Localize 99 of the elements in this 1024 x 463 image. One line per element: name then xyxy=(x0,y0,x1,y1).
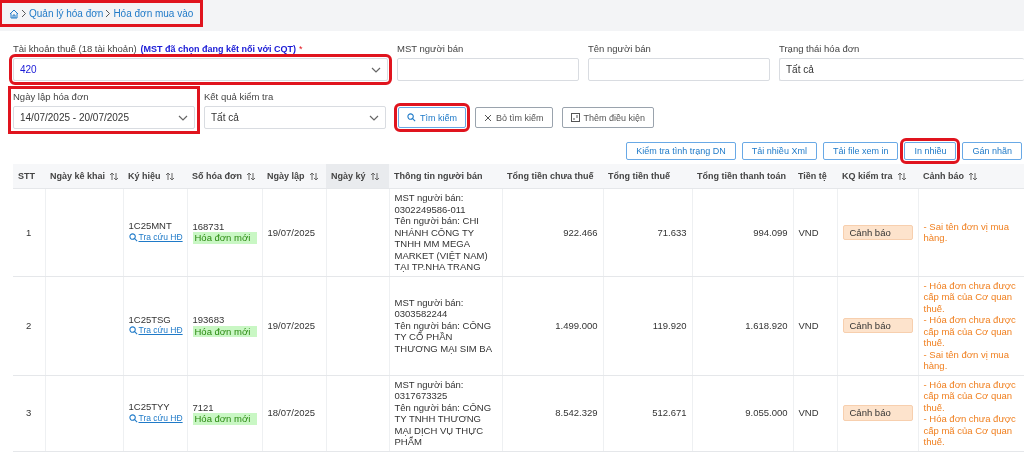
toolbar-button[interactable]: Kiểm tra tình trạng DN xyxy=(626,142,736,160)
field-label: Trạng thái hóa đơn xyxy=(779,43,861,54)
table-cell-text: 0317673325 xyxy=(394,390,449,402)
field-label: Tên người bán xyxy=(588,43,652,54)
search-icon xyxy=(407,113,416,122)
sort-icon[interactable] xyxy=(164,172,175,182)
table-cell-text: VND xyxy=(798,319,820,332)
table-cell-text: 1C25TSG xyxy=(128,313,172,325)
column-header[interactable]: Số hóa đơn xyxy=(187,164,262,189)
breadcrumb-link[interactable]: Hóa đơn mua vào xyxy=(113,8,194,19)
warning-tag: Cảnh báo xyxy=(842,317,913,334)
table-cell-text: 19/07/2025 xyxy=(267,319,317,332)
table-cell-text: VND xyxy=(798,407,820,419)
field-label: Ngày lập hóa đơn xyxy=(13,91,90,102)
add-button[interactable]: Thêm điều kiện xyxy=(561,107,655,128)
table-cell-text: 193683 xyxy=(192,314,226,326)
warning-text: - Sai tên đơn vị mua hàng. xyxy=(923,348,1010,372)
status-select[interactable]: Tất cả xyxy=(779,58,1024,81)
lookup-link[interactable]: Tra cứu HĐ xyxy=(128,412,183,424)
table-cell-text: MST người bán: xyxy=(394,378,465,391)
date-range-select[interactable]: 14/07/2025 - 20/07/2025 xyxy=(13,106,195,129)
table-cell-text: 1 xyxy=(25,226,33,239)
warning-text: - Hóa đơn chưa được cấp mã của Cơ quan thuế. xyxy=(923,413,1017,448)
table-cell-text: MST người bán: xyxy=(394,192,465,204)
table-cell-text: 19/07/2025 xyxy=(267,226,317,239)
column-header[interactable]: Ngày lập xyxy=(262,164,326,189)
table-cell-text: 2 xyxy=(25,319,33,332)
warning-tag: Cảnh báo xyxy=(842,224,913,241)
warning-text: - Hóa đơn chưa được cấp mã của Cơ quan thuế. xyxy=(923,279,1017,315)
column-header[interactable]: Ngày kê khai xyxy=(45,164,123,189)
table-cell-text: 512.671 xyxy=(651,407,687,419)
chevron-down-icon xyxy=(369,114,379,121)
chevron-down-icon xyxy=(371,66,381,73)
table-cell-text: 994.099 xyxy=(752,226,788,239)
column-header: Thông tin người bán xyxy=(389,164,502,189)
table-cell-text: 3 xyxy=(25,407,33,419)
field-label: MST người bán xyxy=(397,43,465,54)
table-cell-text: 1C25TYY xyxy=(128,401,171,413)
table-cell-text: 1.618.920 xyxy=(744,319,788,332)
table-cell-text: 922.466 xyxy=(562,226,598,239)
column-header: Tổng tiền thanh toán xyxy=(692,164,793,189)
input-field[interactable] xyxy=(588,58,770,81)
sort-icon[interactable] xyxy=(308,172,319,182)
toolbar-button[interactable]: Gán nhãn xyxy=(962,142,1022,160)
table-cell-text: 168731 xyxy=(192,220,226,233)
table-cell-text: VND xyxy=(798,226,820,239)
table-cell-text: Tên người bán: CHI NHÁNH CÔNG TY TNHH MM MEGA MARKET (VIỆT NAM) TẠI TP.NHA TRANG xyxy=(394,215,489,273)
sort-icon[interactable] xyxy=(896,172,907,182)
breadcrumb-link[interactable]: Quản lý hóa đơn xyxy=(29,8,104,19)
table-cell-text: 119.920 xyxy=(651,319,687,332)
column-header: Tổng tiền chưa thuế xyxy=(502,164,603,189)
clear-button[interactable]: Bỏ tìm kiếm xyxy=(475,107,553,128)
search-icon xyxy=(128,413,138,423)
column-header: Tổng tiền thuế xyxy=(603,164,692,189)
sort-icon[interactable] xyxy=(968,172,978,182)
search-icon xyxy=(128,233,138,242)
warning-text: - Hóa đơn chưa được cấp mã của Cơ quan thuế. xyxy=(923,378,1017,414)
table-cell-text: 18/07/2025 xyxy=(267,407,317,419)
chevron-right-icon xyxy=(21,9,27,18)
column-header: STT xyxy=(13,164,45,189)
search-icon xyxy=(128,326,138,336)
lookup-link[interactable]: Tra cứu HĐ xyxy=(128,325,183,337)
table-cell-text: MST người bán: xyxy=(394,296,465,309)
input-field[interactable] xyxy=(397,58,579,81)
sort-icon[interactable] xyxy=(109,172,120,182)
field-label: Kết quả kiểm tra xyxy=(204,91,275,102)
table-cell-text: 71.633 xyxy=(656,226,687,239)
sort-icon[interactable] xyxy=(245,172,256,182)
column-header[interactable]: Ký hiệu xyxy=(123,164,187,189)
add-filter-icon xyxy=(570,113,580,122)
status-tag: Hóa đơn mới xyxy=(192,325,257,338)
sort-icon[interactable] xyxy=(369,172,380,182)
column-header[interactable]: KQ kiểm tra xyxy=(837,164,918,189)
status-tag: Hóa đơn mới xyxy=(192,232,257,244)
status-tag: Hóa đơn mới xyxy=(192,413,257,425)
lookup-link[interactable]: Tra cứu HĐ xyxy=(128,231,183,244)
table-cell-text: 1C25MNT xyxy=(128,220,173,232)
table-cell-text: 7121 xyxy=(192,401,215,414)
table-cell-text: 0303582244 xyxy=(394,308,449,320)
table-cell-text: Tên người bán: CÔNG TY TNHH THƯƠNG MẠI DỊCH VỤ THỰC PHẨM xyxy=(394,401,493,448)
warning-text: - Sai tên đơn vị mua hàng. xyxy=(923,220,1010,244)
chevron-down-icon xyxy=(178,114,188,121)
close-icon xyxy=(484,113,492,122)
table-cell-text: Tên người bán: CÔNG TY CỔ PHẦN THƯƠNG MẠI SIM BA xyxy=(394,319,494,355)
table-cell-text: 0302249586-011 xyxy=(394,203,467,216)
table-cell-text: 8.542.329 xyxy=(554,407,598,419)
warning-text: - Hóa đơn chưa được cấp mã của Cơ quan thuế. xyxy=(923,314,1017,349)
home-icon[interactable] xyxy=(9,8,19,19)
result-select[interactable]: Tất cả xyxy=(204,106,386,129)
toolbar-button[interactable]: Tải nhiều Xml xyxy=(741,142,817,160)
column-header[interactable]: Cảnh báo xyxy=(918,164,1024,189)
table-cell-text: 9.055.000 xyxy=(744,407,788,419)
chevron-right-icon xyxy=(105,9,112,18)
warning-tag: Cảnh báo xyxy=(842,405,913,421)
toolbar-button[interactable]: Tải file xem in xyxy=(822,142,899,160)
column-header: Tiền tệ xyxy=(793,164,837,189)
column-header[interactable]: Ngày ký xyxy=(326,164,389,189)
field-label: Tài khoản thuế (18 tài khoản) (MST đã chọn đang kết nối với CQT) * xyxy=(13,43,304,54)
table-cell-text: 1.499.000 xyxy=(554,319,598,332)
